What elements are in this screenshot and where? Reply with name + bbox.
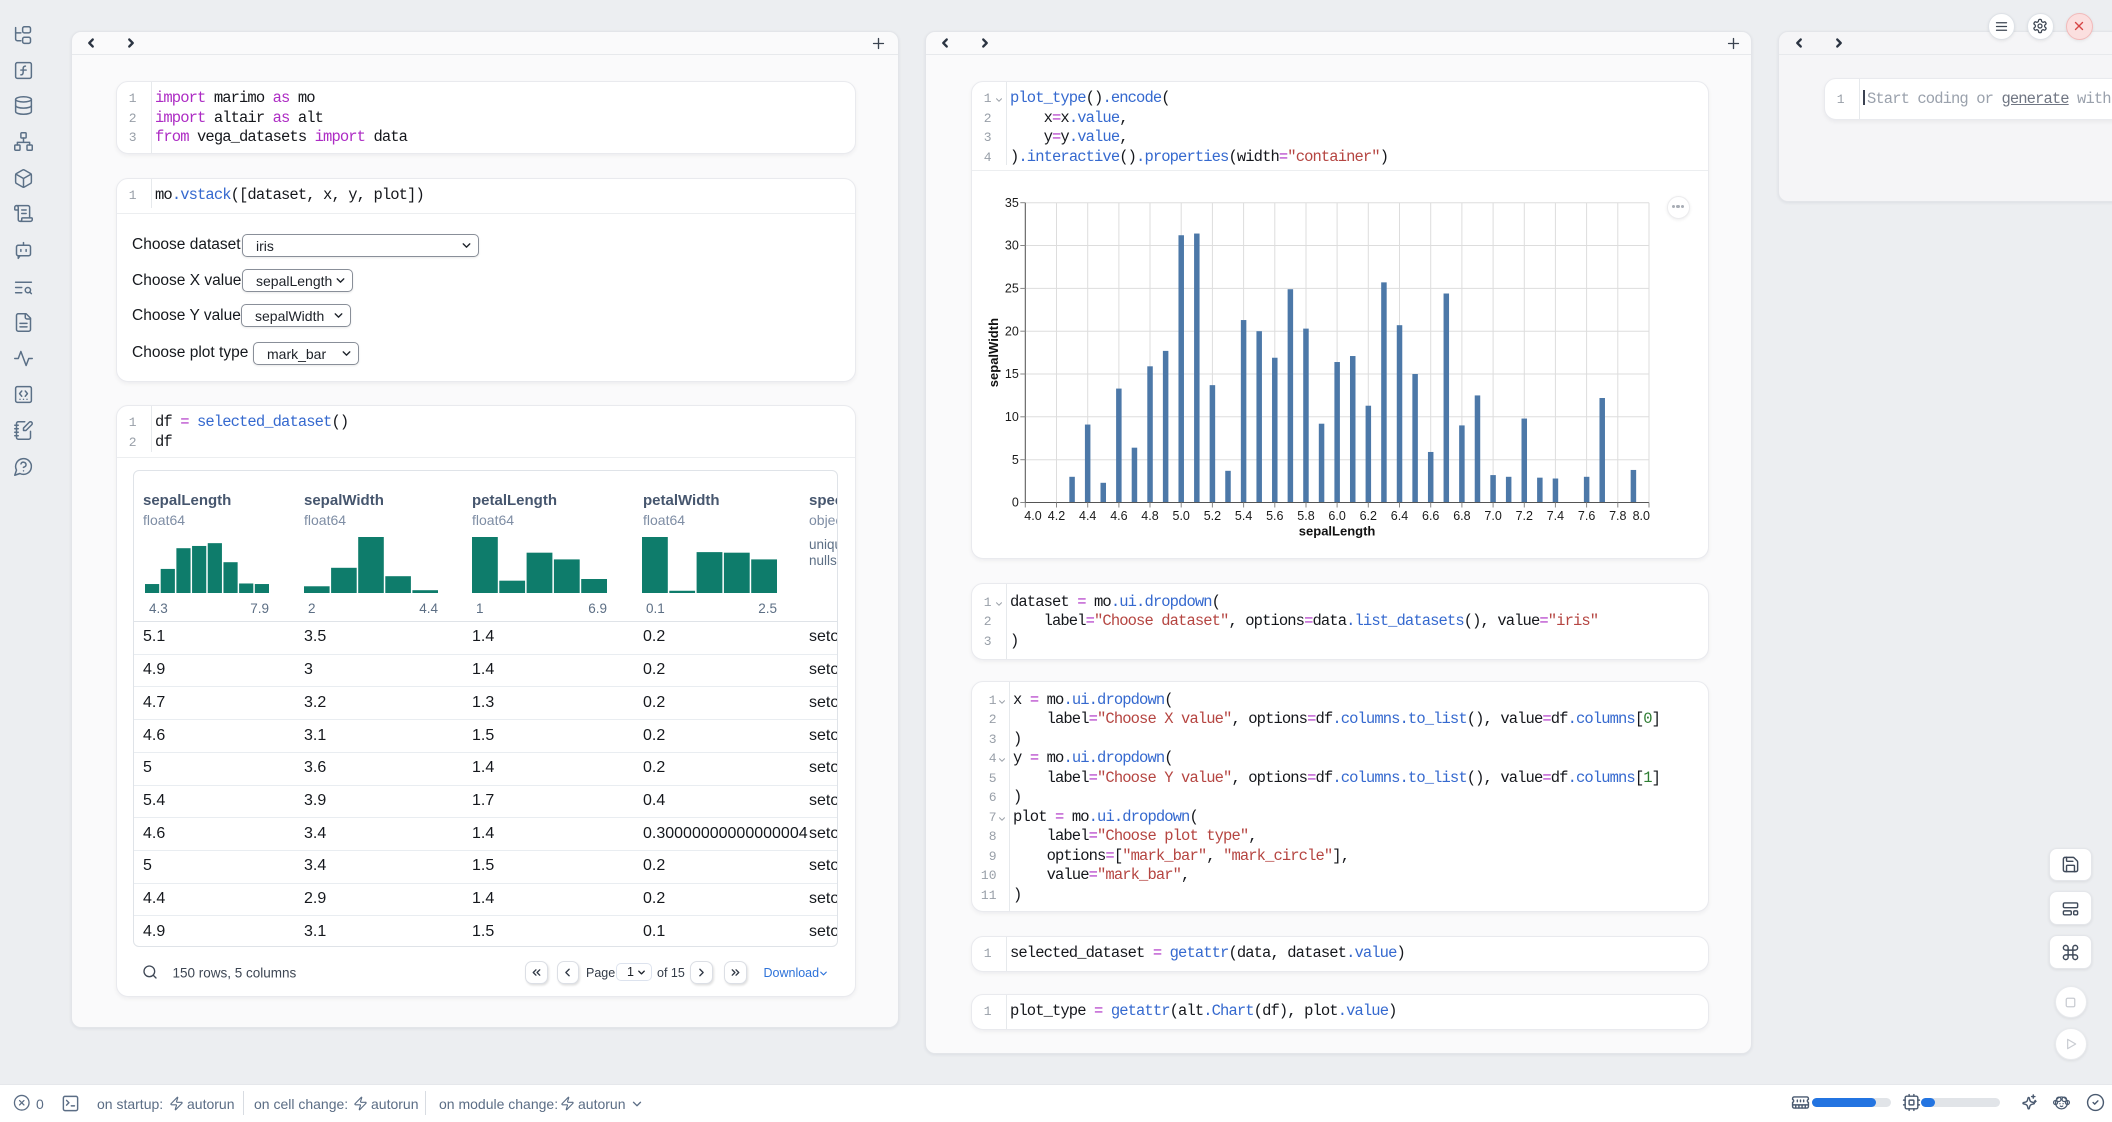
svg-text:5.6: 5.6 [1266, 509, 1283, 523]
svg-text:4.4: 4.4 [1079, 509, 1096, 523]
svg-text:5: 5 [1012, 453, 1019, 467]
svg-text:4.2: 4.2 [1048, 509, 1065, 523]
svg-text:15: 15 [1005, 367, 1019, 381]
svg-text:5.4: 5.4 [1235, 509, 1252, 523]
svg-text:7.6: 7.6 [1578, 509, 1595, 523]
svg-text:sepalWidth: sepalWidth [986, 318, 1001, 387]
svg-text:30: 30 [1005, 239, 1019, 253]
svg-text:0: 0 [1012, 496, 1019, 510]
svg-text:5.8: 5.8 [1297, 509, 1314, 523]
svg-text:5.2: 5.2 [1204, 509, 1221, 523]
svg-text:6.8: 6.8 [1453, 509, 1470, 523]
svg-text:35: 35 [1005, 196, 1019, 210]
svg-text:7.2: 7.2 [1516, 509, 1533, 523]
svg-text:7.4: 7.4 [1547, 509, 1564, 523]
svg-text:25: 25 [1005, 282, 1019, 296]
svg-text:6.6: 6.6 [1422, 509, 1439, 523]
svg-text:20: 20 [1005, 324, 1019, 338]
svg-text:4.8: 4.8 [1141, 509, 1158, 523]
svg-text:10: 10 [1005, 410, 1019, 424]
svg-text:6.0: 6.0 [1328, 509, 1345, 523]
svg-text:6.2: 6.2 [1360, 509, 1377, 523]
svg-text:8.0: 8.0 [1633, 509, 1650, 523]
svg-text:7.0: 7.0 [1484, 509, 1501, 523]
svg-text:4.0: 4.0 [1024, 509, 1041, 523]
svg-text:6.4: 6.4 [1391, 509, 1408, 523]
svg-text:5.0: 5.0 [1173, 509, 1190, 523]
svg-text:4.6: 4.6 [1110, 509, 1127, 523]
svg-text:sepalLength: sepalLength [1299, 524, 1376, 539]
svg-text:7.8: 7.8 [1609, 509, 1626, 523]
